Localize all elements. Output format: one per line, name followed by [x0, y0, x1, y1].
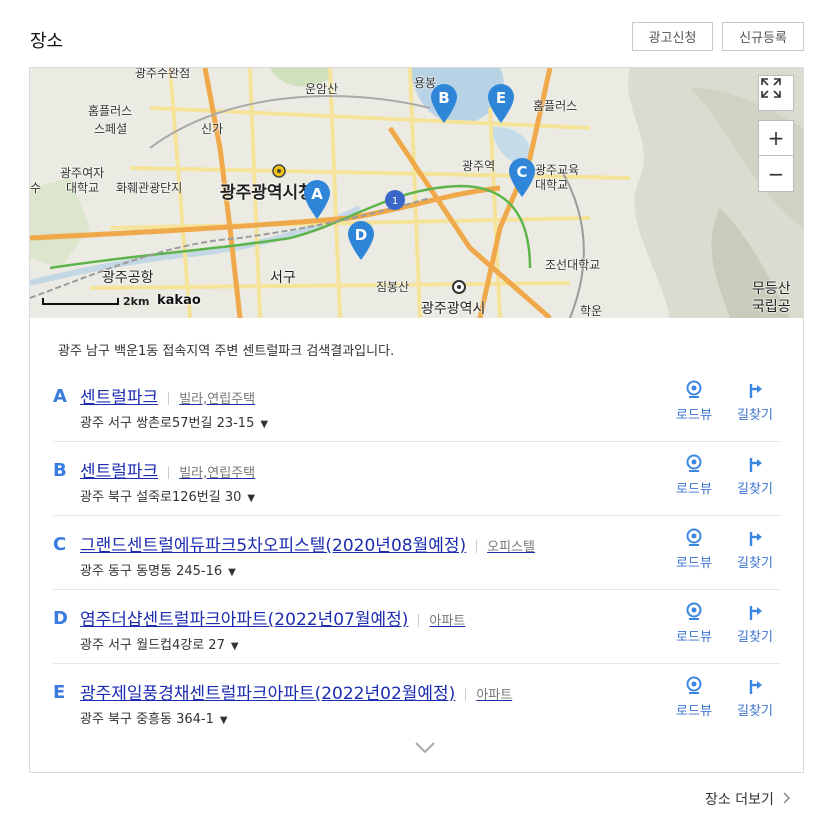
map-marker-d[interactable]: D — [346, 219, 376, 261]
directions-icon — [749, 606, 762, 620]
result-address[interactable]: 광주 서구 쌍촌로57번길 23-15 ▼ — [80, 412, 268, 431]
map-label: 광주공항 — [102, 270, 154, 286]
result-address[interactable]: 광주 북구 중흥동 364-1 ▼ — [80, 708, 228, 727]
result-category: 빌라,연립주택 — [179, 466, 256, 481]
list-item: B 센트럴파크 빌라,연립주택 광주 북구 설죽로126번길 30 ▼ 로드뷰 길찾… — [53, 442, 780, 516]
fullscreen-button[interactable] — [758, 75, 794, 111]
roadview-button[interactable]: 로드뷰 — [670, 380, 718, 423]
zoom-out-button[interactable]: − — [758, 156, 794, 192]
result-name-link[interactable]: 광주제일풍경채센트럴파크아파트(2022년02월예정) 아파트 — [80, 679, 512, 704]
ad-request-button[interactable]: 광고신청 — [632, 22, 713, 51]
map-label: 국립공 — [752, 299, 791, 315]
result-description: 광주 남구 백운1동 접속지역 주변 센트럴파크 검색결과입니다. — [58, 344, 395, 359]
caret-down-icon: ▼ — [260, 419, 269, 430]
map-label: 홈플러스 — [88, 104, 133, 118]
map-label: 대학교 — [66, 181, 100, 195]
roadview-button[interactable]: 로드뷰 — [670, 454, 718, 497]
result-letter: D — [53, 608, 68, 629]
map-label: 짐봉산 — [376, 280, 410, 294]
roadview-button[interactable]: 로드뷰 — [670, 602, 718, 645]
directions-icon — [749, 458, 762, 472]
svg-text:D: D — [355, 226, 367, 244]
list-item: C 그랜드센트럴에듀파크5차오피스텔(2020년08월예정) 오피스텔 광주 동구… — [53, 516, 780, 590]
caret-down-icon: ▼ — [219, 715, 228, 726]
roadview-icon — [686, 676, 702, 694]
directions-icon — [749, 384, 762, 398]
expand-list-button[interactable] — [414, 740, 436, 759]
map-label: 신가 — [201, 122, 224, 136]
map-marker-e[interactable]: E — [486, 82, 516, 124]
caret-down-icon: ▼ — [228, 567, 236, 578]
map-marker-c[interactable]: C — [507, 156, 537, 198]
result-category: 빌라,연립주택 — [179, 392, 256, 407]
caret-down-icon: ▼ — [230, 641, 239, 652]
map-label: 광주수완점 — [135, 68, 191, 80]
roadview-button[interactable]: 로드뷰 — [670, 676, 718, 719]
roadview-icon — [686, 602, 702, 620]
svg-text:E: E — [496, 89, 506, 107]
result-letter: C — [53, 534, 67, 555]
map-view[interactable]: 1 광주수완점 운암산 용봉 홈플러스 스페셜 신가 홈플러스 광주여자 대학교… — [30, 68, 803, 318]
list-item: E 광주제일풍경채센트럴파크아파트(2022년02월예정) 아파트 광주 북구 중… — [53, 664, 780, 737]
kakao-logo: kakao — [157, 293, 201, 308]
section-title: 장소 — [30, 31, 64, 52]
directions-button[interactable]: 길찾기 — [731, 676, 779, 719]
map-label: 수 — [30, 181, 42, 195]
result-list: A 센트럴파크 빌라,연립주택 광주 서구 쌍촌로57번길 23-15 ▼ 로드뷰 … — [53, 368, 780, 737]
zoom-in-button[interactable]: + — [758, 120, 794, 156]
new-register-button[interactable]: 신규등록 — [722, 22, 804, 51]
map-label: 광주광역시 — [421, 301, 486, 317]
map-label: 운암산 — [305, 82, 339, 96]
svg-text:1: 1 — [392, 196, 398, 207]
result-address[interactable]: 광주 서구 월드컵4강로 27 ▼ — [80, 634, 239, 653]
result-name-link[interactable]: 염주더샵센트럴파크아파트(2022년07월예정) 아파트 — [80, 605, 465, 630]
map-label: 대학교 — [535, 178, 569, 192]
roadview-icon — [686, 380, 702, 398]
svg-text:B: B — [438, 89, 449, 107]
svg-text:A: A — [311, 185, 323, 203]
svg-text:C: C — [516, 163, 527, 181]
map-label: 홈플러스 — [533, 99, 578, 113]
result-category: 아파트 — [476, 688, 513, 703]
list-item: D 염주더샵센트럴파크아파트(2022년07월예정) 아파트 광주 서구 월드컵4… — [53, 590, 780, 664]
chevron-down-icon — [415, 742, 435, 754]
roadview-button[interactable]: 로드뷰 — [670, 528, 718, 571]
list-item: A 센트럴파크 빌라,연립주택 광주 서구 쌍촌로57번길 23-15 ▼ 로드뷰 … — [53, 368, 780, 442]
map-marker-a[interactable]: A — [302, 178, 332, 220]
more-places-link[interactable]: 장소 더보기 — [705, 789, 792, 809]
directions-button[interactable]: 길찾기 — [731, 528, 779, 571]
directions-button[interactable]: 길찾기 — [731, 380, 779, 423]
directions-button[interactable]: 길찾기 — [731, 454, 779, 497]
map-label: 스페셜 — [94, 122, 128, 136]
result-category: 오피스텔 — [487, 540, 535, 555]
result-address[interactable]: 광주 동구 동명동 245-16 ▼ — [80, 560, 236, 579]
chevron-right-icon — [783, 792, 791, 804]
place-panel: 1 광주수완점 운암산 용봉 홈플러스 스페셜 신가 홈플러스 광주여자 대학교… — [29, 67, 804, 773]
directions-icon — [749, 680, 762, 694]
directions-icon — [749, 532, 762, 546]
result-letter: A — [53, 386, 67, 407]
map-marker-b[interactable]: B — [429, 82, 459, 124]
directions-button[interactable]: 길찾기 — [731, 602, 779, 645]
result-name-link[interactable]: 그랜드센트럴에듀파크5차오피스텔(2020년08월예정) 오피스텔 — [80, 531, 535, 556]
result-category: 아파트 — [429, 614, 466, 629]
result-name-link[interactable]: 센트럴파크 빌라,연립주택 — [80, 457, 255, 482]
map-label: 무등산 — [752, 281, 791, 297]
caret-down-icon: ▼ — [247, 493, 256, 504]
result-letter: E — [53, 682, 66, 703]
map-label: 광주역 — [462, 159, 496, 173]
map-label: 서구 — [270, 270, 296, 286]
map-label: 조선대학교 — [545, 258, 601, 272]
map-label: 학운 — [580, 304, 603, 318]
roadview-icon — [686, 454, 702, 472]
map-scale-label: 2km — [123, 295, 150, 308]
expand-icon — [761, 78, 781, 98]
map-label: 화훼관광단지 — [116, 181, 183, 195]
result-letter: B — [53, 460, 67, 481]
map-label: 광주광역시청 — [220, 183, 314, 203]
result-name-link[interactable]: 센트럴파크 빌라,연립주택 — [80, 383, 255, 408]
roadview-icon — [686, 528, 702, 546]
result-address[interactable]: 광주 북구 설죽로126번길 30 ▼ — [80, 486, 255, 505]
